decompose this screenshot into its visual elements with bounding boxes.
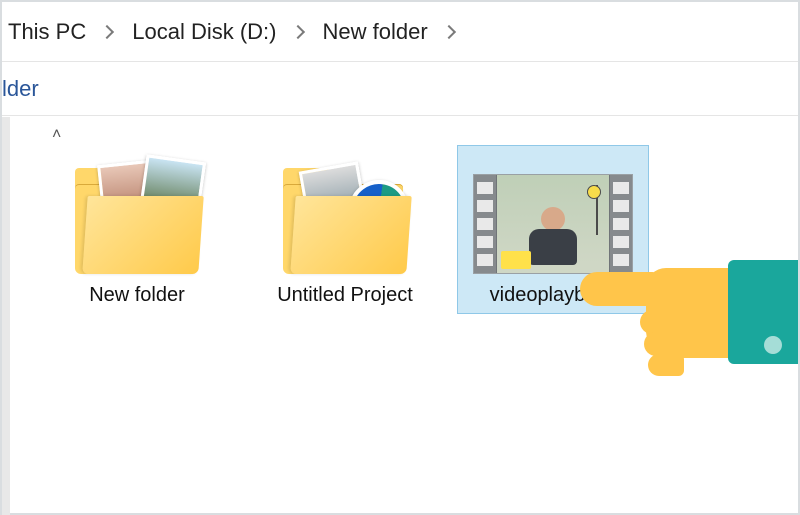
file-item-label: Untitled Project — [277, 284, 413, 307]
file-item-untitled-project[interactable]: Untitled Project — [250, 146, 440, 313]
file-item-label: New folder — [89, 284, 185, 307]
breadcrumb-new-folder[interactable]: New folder — [317, 15, 434, 49]
filmstrip-left-icon — [474, 175, 496, 273]
breadcrumb-this-pc[interactable]: This PC — [2, 15, 92, 49]
filmstrip-right-icon — [610, 175, 632, 273]
breadcrumb-bar: This PC Local Disk (D:) New folder — [2, 2, 798, 62]
file-item-videoplayback[interactable]: videoplayback — [458, 146, 648, 313]
file-list: ˄ New folder — [2, 116, 798, 313]
breadcrumb-local-disk-d[interactable]: Local Disk (D:) — [126, 15, 282, 49]
chevron-right-icon[interactable] — [290, 24, 304, 38]
folder-icon — [57, 154, 217, 274]
video-file-icon — [473, 154, 633, 274]
folder-icon — [265, 154, 425, 274]
file-item-label: videoplayback — [490, 284, 617, 307]
chevron-right-icon[interactable] — [100, 24, 114, 38]
explorer-window: This PC Local Disk (D:) New folder lder … — [0, 0, 800, 515]
ribbon-bar: lder — [2, 62, 798, 116]
chevron-right-icon[interactable] — [442, 24, 456, 38]
ribbon-new-folder-label[interactable]: lder — [2, 76, 39, 102]
scroll-up-caret-icon[interactable]: ˄ — [52, 126, 61, 144]
file-item-new-folder[interactable]: New folder — [42, 146, 232, 313]
